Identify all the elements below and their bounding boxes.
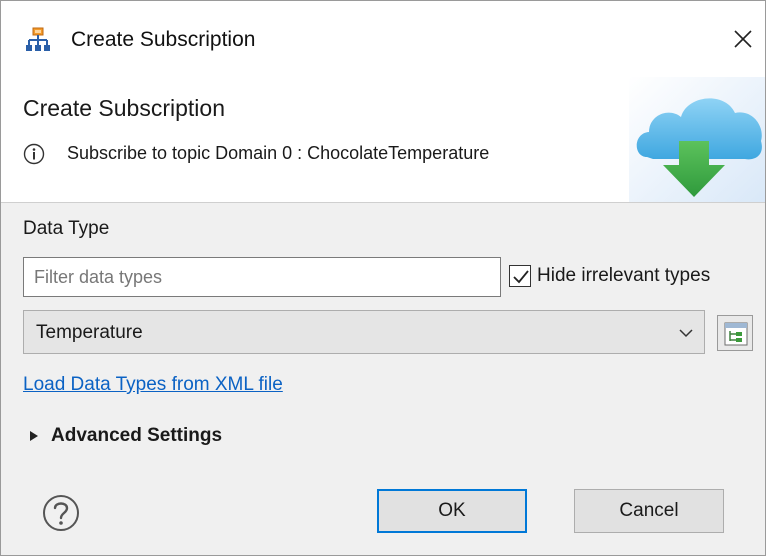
type-tree-icon xyxy=(724,322,748,346)
hide-irrelevant-types-checkbox[interactable]: Hide irrelevant types xyxy=(509,261,710,291)
checkbox-box[interactable] xyxy=(509,265,531,287)
advanced-settings-label: Advanced Settings xyxy=(51,425,223,446)
close-button[interactable] xyxy=(723,17,763,61)
hide-irrelevant-types-label: Hide irrelevant types xyxy=(537,265,711,286)
dialog-header: Create Subscription Subscribe to topic D… xyxy=(1,77,765,203)
title-bar[interactable]: Create Subscription xyxy=(1,1,765,77)
network-tree-icon xyxy=(26,27,50,51)
window-title: Create Subscription xyxy=(71,28,256,51)
load-xml-types-link[interactable]: Load Data Types from XML file xyxy=(23,371,283,399)
create-subscription-dialog: Create Subscription Create Subscription … xyxy=(0,0,766,556)
info-icon xyxy=(23,143,45,165)
header-message: Subscribe to topic Domain 0 : ChocolateT… xyxy=(67,143,490,163)
cloud-download-icon xyxy=(629,77,765,202)
data-type-dropdown[interactable]: Temperature xyxy=(23,310,705,354)
filter-data-types-input[interactable] xyxy=(23,257,501,297)
advanced-settings-toggle[interactable]: Advanced Settings xyxy=(29,421,222,451)
type-tree-button[interactable] xyxy=(717,315,753,351)
chevron-down-icon xyxy=(679,329,693,338)
cancel-button[interactable]: Cancel xyxy=(574,489,724,533)
data-type-label: Data Type xyxy=(23,218,110,239)
close-icon xyxy=(734,30,752,48)
checkmark-icon xyxy=(513,270,529,284)
help-button[interactable] xyxy=(41,493,81,533)
selected-data-type: Temperature xyxy=(36,322,143,343)
header-title: Create Subscription xyxy=(23,95,225,121)
expand-arrow-icon xyxy=(30,431,38,441)
help-icon xyxy=(43,495,79,531)
ok-button[interactable]: OK xyxy=(377,489,527,533)
